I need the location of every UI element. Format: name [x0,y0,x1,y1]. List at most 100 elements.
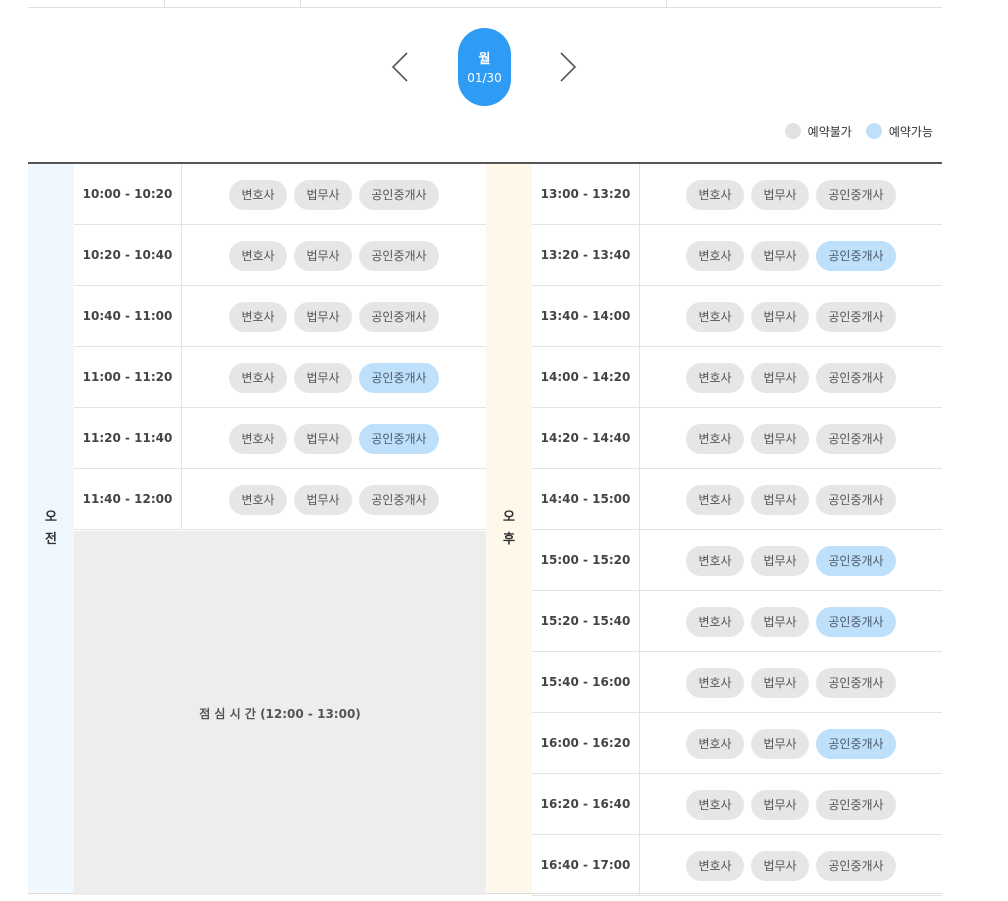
profession-options: 변호사 법무사 공인중개사 [640,469,942,529]
lawyer-button[interactable]: 변호사 [229,484,287,515]
time-slot-label: 16:00 - 16:20 [532,713,640,773]
judicial-scrivener-button[interactable]: 법무사 [751,850,809,881]
lawyer-button[interactable]: 변호사 [686,606,744,637]
lawyer-button[interactable]: 변호사 [229,362,287,393]
realtor-button[interactable]: 공인중개사 [816,545,896,576]
realtor-button[interactable]: 공인중개사 [816,179,896,210]
time-slot-label: 11:00 - 11:20 [74,347,182,407]
lawyer-button[interactable]: 변호사 [229,179,287,210]
realtor-button[interactable]: 공인중개사 [816,728,896,759]
judicial-scrivener-button[interactable]: 법무사 [751,545,809,576]
judicial-scrivener-button[interactable]: 법무사 [751,362,809,393]
realtor-button[interactable]: 공인중개사 [816,301,896,332]
legend-available: 예약가능 [888,124,933,139]
judicial-scrivener-button[interactable]: 법무사 [751,484,809,515]
lawyer-button[interactable]: 변호사 [686,179,744,210]
judicial-scrivener-button[interactable]: 법무사 [751,179,809,210]
chevron-left-icon [391,52,408,82]
time-slot-row: 10:20 - 10:40 변호사 법무사 공인중개사 [74,225,486,286]
profession-options: 변호사 법무사 공인중개사 [640,408,942,468]
lawyer-button[interactable]: 변호사 [686,423,744,454]
lawyer-button[interactable]: 변호사 [686,362,744,393]
legend: 예약불가 예약가능 [784,122,933,140]
time-slot-row: 14:40 - 15:00 변호사 법무사 공인중개사 [532,469,942,530]
judicial-scrivener-button[interactable]: 법무사 [751,301,809,332]
time-slot-row: 15:00 - 15:20 변호사 법무사 공인중개사 [532,530,942,591]
lawyer-button[interactable]: 변호사 [686,850,744,881]
profession-options: 변호사 법무사 공인중개사 [640,286,942,346]
profession-options: 변호사 법무사 공인중개사 [182,469,486,529]
selected-date[interactable]: 월 01/30 [458,28,511,106]
realtor-button[interactable]: 공인중개사 [359,362,439,393]
prev-date-button[interactable] [386,52,416,82]
previous-section-edge [28,0,942,8]
time-slot-row: 14:00 - 14:20 변호사 법무사 공인중개사 [532,347,942,408]
profession-options: 변호사 법무사 공인중개사 [640,713,942,773]
unavailable-dot-icon [784,123,801,139]
realtor-button[interactable]: 공인중개사 [816,789,896,820]
realtor-button[interactable]: 공인중개사 [816,606,896,637]
lawyer-button[interactable]: 변호사 [686,545,744,576]
time-slot-label: 13:20 - 13:40 [532,225,640,285]
chevron-right-icon [560,52,577,82]
judicial-scrivener-button[interactable]: 법무사 [751,667,809,698]
judicial-scrivener-button[interactable]: 법무사 [294,484,352,515]
period-am-char: 전 [45,531,57,547]
judicial-scrivener-button[interactable]: 법무사 [751,240,809,271]
time-slot-label: 10:20 - 10:40 [74,225,182,285]
lawyer-button[interactable]: 변호사 [686,667,744,698]
realtor-button[interactable]: 공인중개사 [816,240,896,271]
lawyer-button[interactable]: 변호사 [686,484,744,515]
schedule-table: 오전 10:00 - 10:20 변호사 법무사 공인중개사 10:20 - 10:40… [28,162,942,896]
profession-options: 변호사 법무사 공인중개사 [640,347,942,407]
time-slot-row: 16:00 - 16:20 변호사 법무사 공인중개사 [532,713,942,774]
time-slot-label: 11:20 - 11:40 [74,408,182,468]
lawyer-button[interactable]: 변호사 [686,728,744,759]
realtor-button[interactable]: 공인중개사 [816,667,896,698]
judicial-scrivener-button[interactable]: 법무사 [294,362,352,393]
realtor-button[interactable]: 공인중개사 [816,423,896,454]
lawyer-button[interactable]: 변호사 [229,240,287,271]
lawyer-button[interactable]: 변호사 [229,423,287,454]
date-label: 01/30 [467,71,502,85]
judicial-scrivener-button[interactable]: 법무사 [751,423,809,454]
profession-options: 변호사 법무사 공인중개사 [640,164,942,224]
realtor-button[interactable]: 공인중개사 [359,484,439,515]
judicial-scrivener-button[interactable]: 법무사 [294,301,352,332]
time-slot-label: 14:20 - 14:40 [532,408,640,468]
judicial-scrivener-button[interactable]: 법무사 [751,789,809,820]
realtor-button[interactable]: 공인중개사 [359,240,439,271]
time-slot-row: 13:00 - 13:20 변호사 법무사 공인중개사 [532,164,942,225]
judicial-scrivener-button[interactable]: 법무사 [751,606,809,637]
time-slot-label: 14:00 - 14:20 [532,347,640,407]
time-slot-row: 14:20 - 14:40 변호사 법무사 공인중개사 [532,408,942,469]
time-slot-row: 16:40 - 17:00 변호사 법무사 공인중개사 [532,835,942,896]
realtor-button[interactable]: 공인중개사 [816,362,896,393]
divider [300,0,301,8]
lawyer-button[interactable]: 변호사 [686,789,744,820]
period-am-char: 오 [45,509,57,525]
lawyer-button[interactable]: 변호사 [686,301,744,332]
judicial-scrivener-button[interactable]: 법무사 [294,240,352,271]
am-slots: 10:00 - 10:20 변호사 법무사 공인중개사 10:20 - 10:40 변호사… [74,164,486,530]
time-slot-label: 15:00 - 15:20 [532,530,640,590]
profession-options: 변호사 법무사 공인중개사 [640,591,942,651]
divider [164,0,165,8]
time-slot-label: 10:00 - 10:20 [74,164,182,224]
time-slot-row: 11:00 - 11:20 변호사 법무사 공인중개사 [74,347,486,408]
realtor-button[interactable]: 공인중개사 [359,423,439,454]
realtor-button[interactable]: 공인중개사 [816,850,896,881]
realtor-button[interactable]: 공인중개사 [816,484,896,515]
realtor-button[interactable]: 공인중개사 [359,179,439,210]
lawyer-button[interactable]: 변호사 [229,301,287,332]
lawyer-button[interactable]: 변호사 [686,240,744,271]
realtor-button[interactable]: 공인중개사 [359,301,439,332]
judicial-scrivener-button[interactable]: 법무사 [294,423,352,454]
date-navigator: 월 01/30 [0,28,970,106]
time-slot-row: 13:40 - 14:00 변호사 법무사 공인중개사 [532,286,942,347]
profession-options: 변호사 법무사 공인중개사 [640,530,942,590]
next-date-button[interactable] [552,52,582,82]
profession-options: 변호사 법무사 공인중개사 [640,774,942,834]
judicial-scrivener-button[interactable]: 법무사 [751,728,809,759]
judicial-scrivener-button[interactable]: 법무사 [294,179,352,210]
